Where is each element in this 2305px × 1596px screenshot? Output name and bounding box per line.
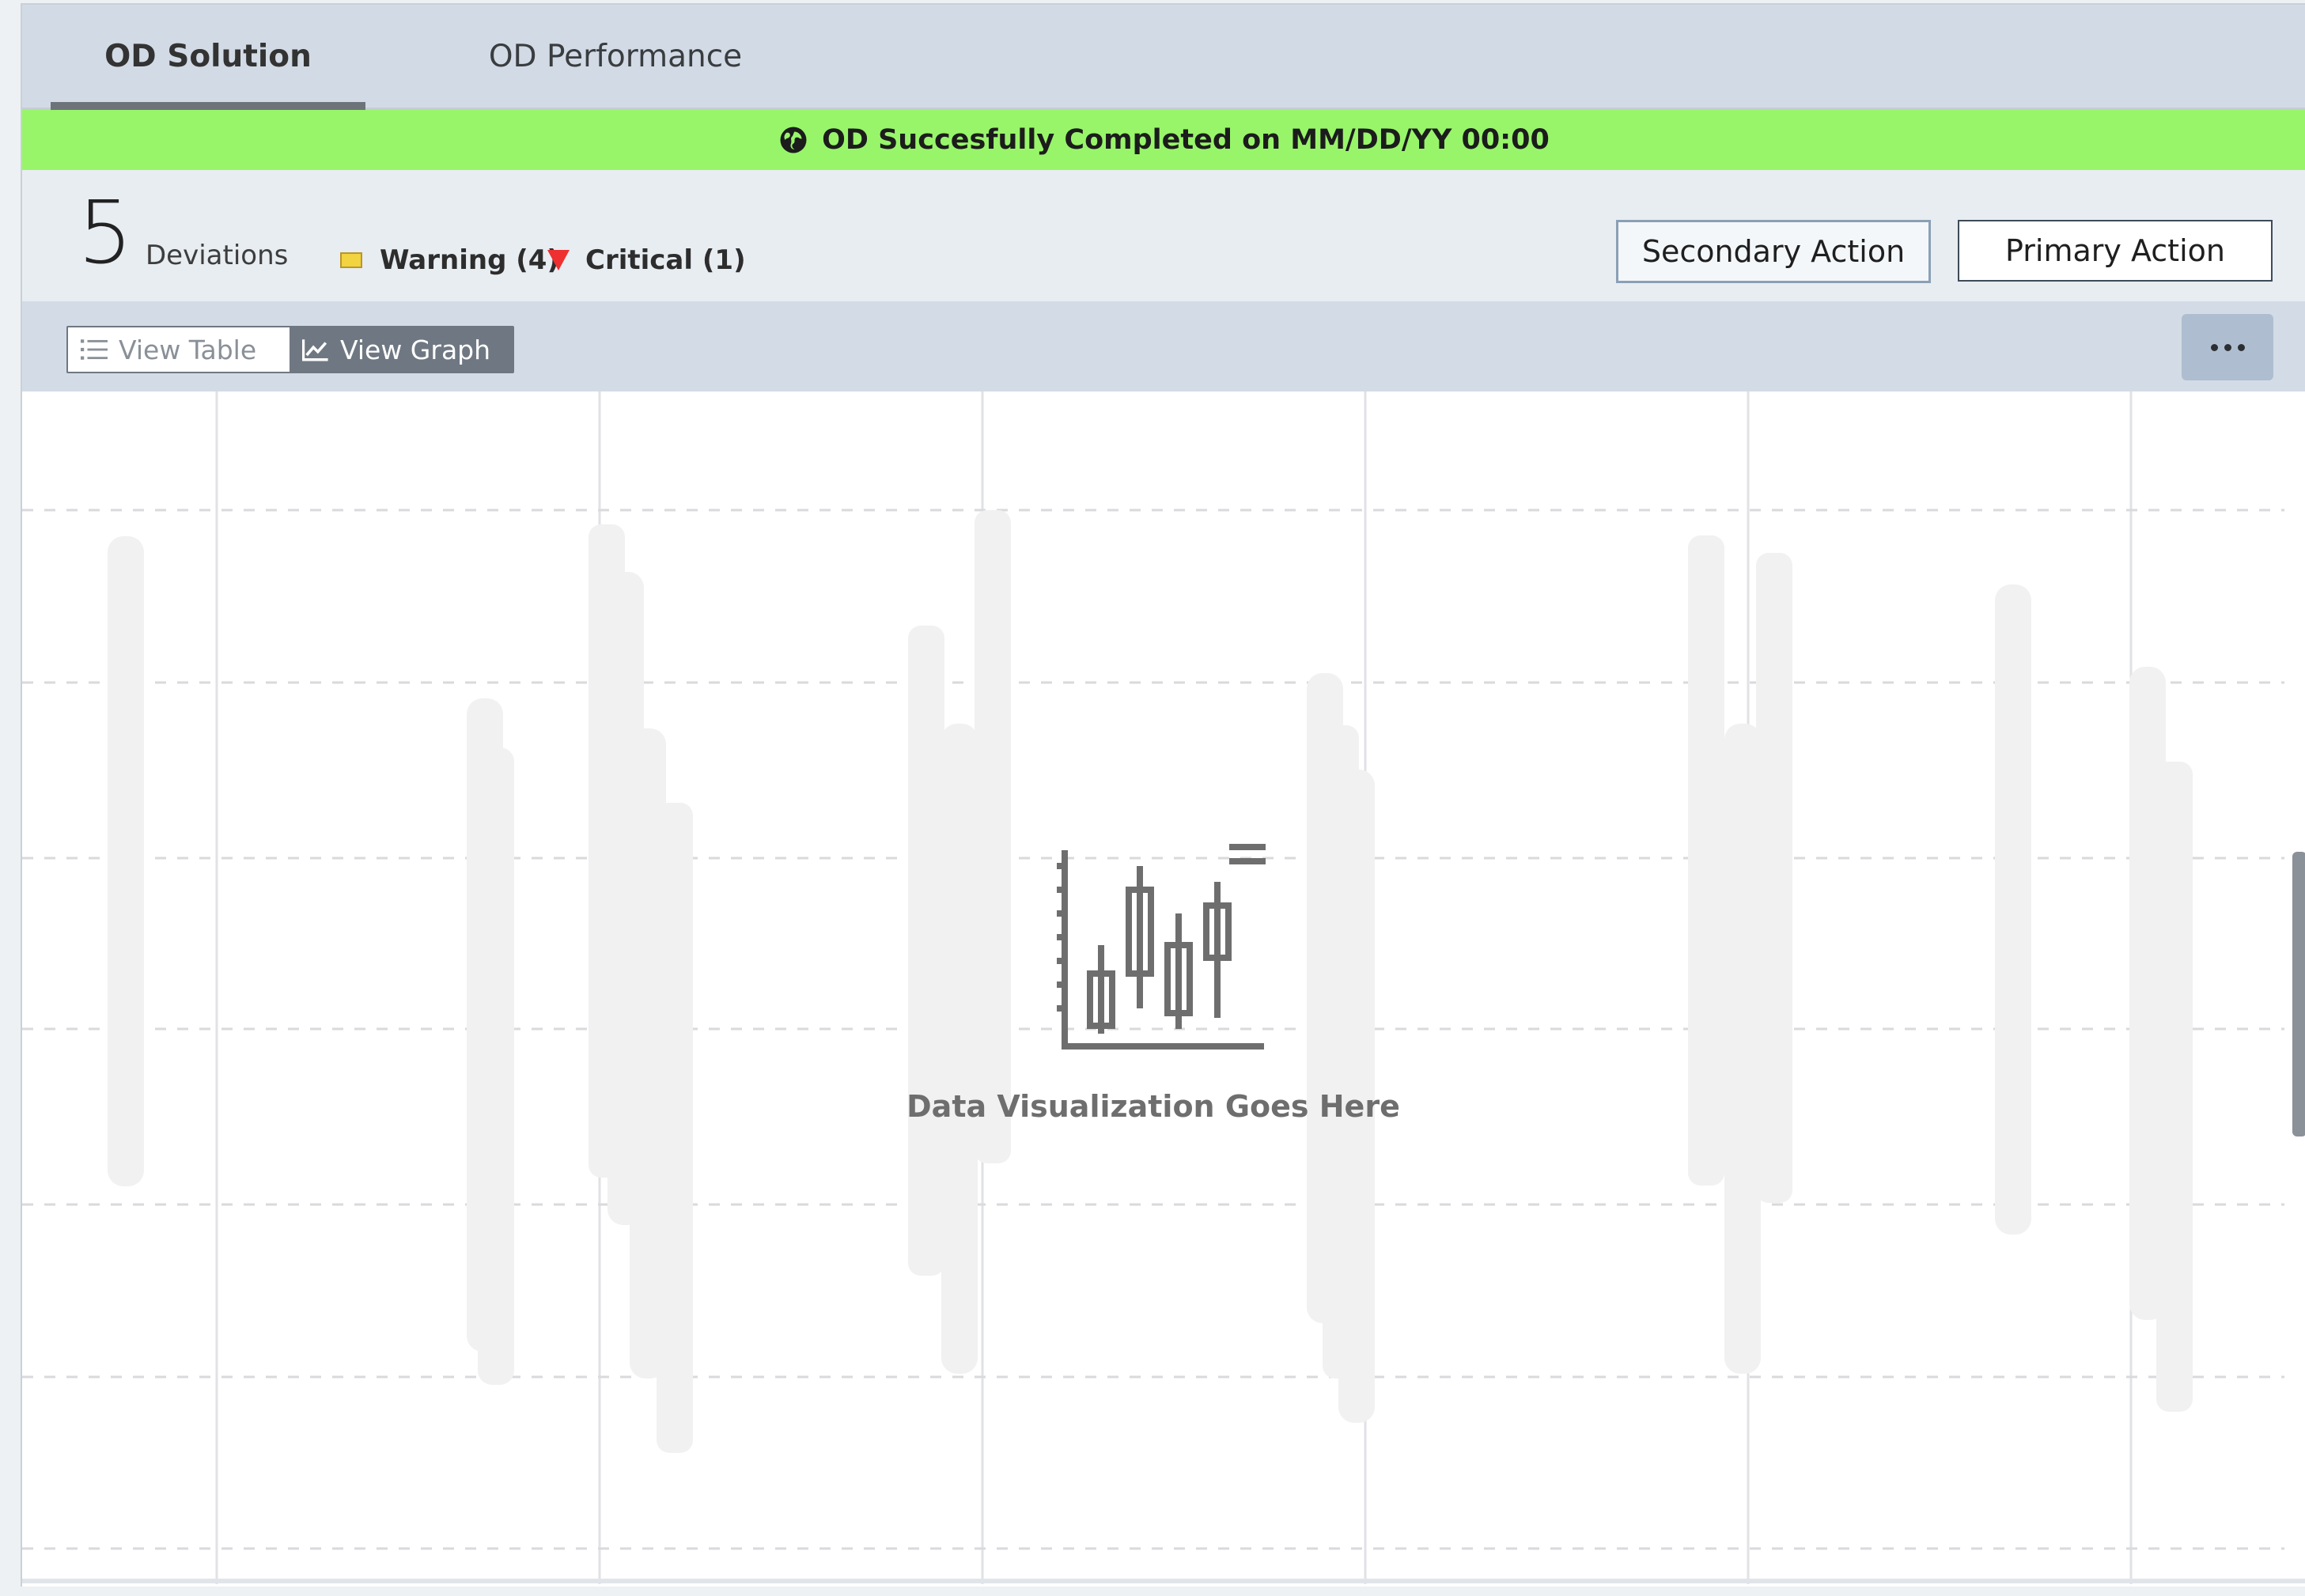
line-chart-icon: [302, 339, 328, 361]
tab-od-solution[interactable]: OD Solution: [51, 5, 365, 110]
tab-od-solution-label: OD Solution: [104, 38, 312, 74]
view-table-button[interactable]: View Table: [68, 327, 290, 372]
warning-label: Warning (4): [380, 244, 559, 276]
deviations-label: Deviations: [146, 240, 289, 271]
warning-legend: Warning (4): [340, 244, 559, 276]
chart-scrollbar[interactable]: [2292, 852, 2305, 1136]
critical-icon: [547, 250, 570, 270]
chart-area: Data Visualization Goes Here: [22, 391, 2305, 1584]
view-graph-label: View Graph: [340, 334, 491, 365]
tab-od-performance-label: OD Performance: [488, 38, 743, 74]
deviations-count: 5: [78, 182, 133, 283]
od-panel: OD Solution OD Performance OD Succesfull…: [21, 3, 2305, 1587]
list-icon: [81, 339, 108, 360]
tab-bar: OD Solution OD Performance: [22, 5, 2305, 110]
more-menu-button[interactable]: [2182, 314, 2273, 380]
more-horizontal-icon: [2208, 343, 2248, 351]
chart-placeholder-text: Data Visualization Goes Here: [906, 1089, 1400, 1124]
tab-od-performance[interactable]: OD Performance: [465, 5, 766, 108]
primary-action-button[interactable]: Primary Action: [1958, 220, 2273, 282]
critical-legend: Critical (1): [547, 244, 746, 276]
globe-icon: [780, 127, 807, 153]
panel-bottom-border: [22, 1579, 2305, 1583]
view-toolbar: View Table View Graph: [22, 301, 2305, 391]
status-banner-text: OD Succesfully Completed on MM/DD/YY 00:…: [822, 124, 1550, 156]
view-toggle: View Table View Graph: [66, 326, 514, 373]
warning-icon: [340, 252, 362, 268]
critical-label: Critical (1): [585, 244, 746, 276]
view-graph-button[interactable]: View Graph: [290, 327, 513, 372]
status-banner: OD Succesfully Completed on MM/DD/YY 00:…: [22, 110, 2305, 170]
candlestick-chart-icon: [1057, 844, 1266, 1050]
active-tab-indicator: [51, 102, 365, 110]
secondary-action-button[interactable]: Secondary Action: [1616, 220, 1931, 283]
view-table-label: View Table: [119, 334, 257, 365]
